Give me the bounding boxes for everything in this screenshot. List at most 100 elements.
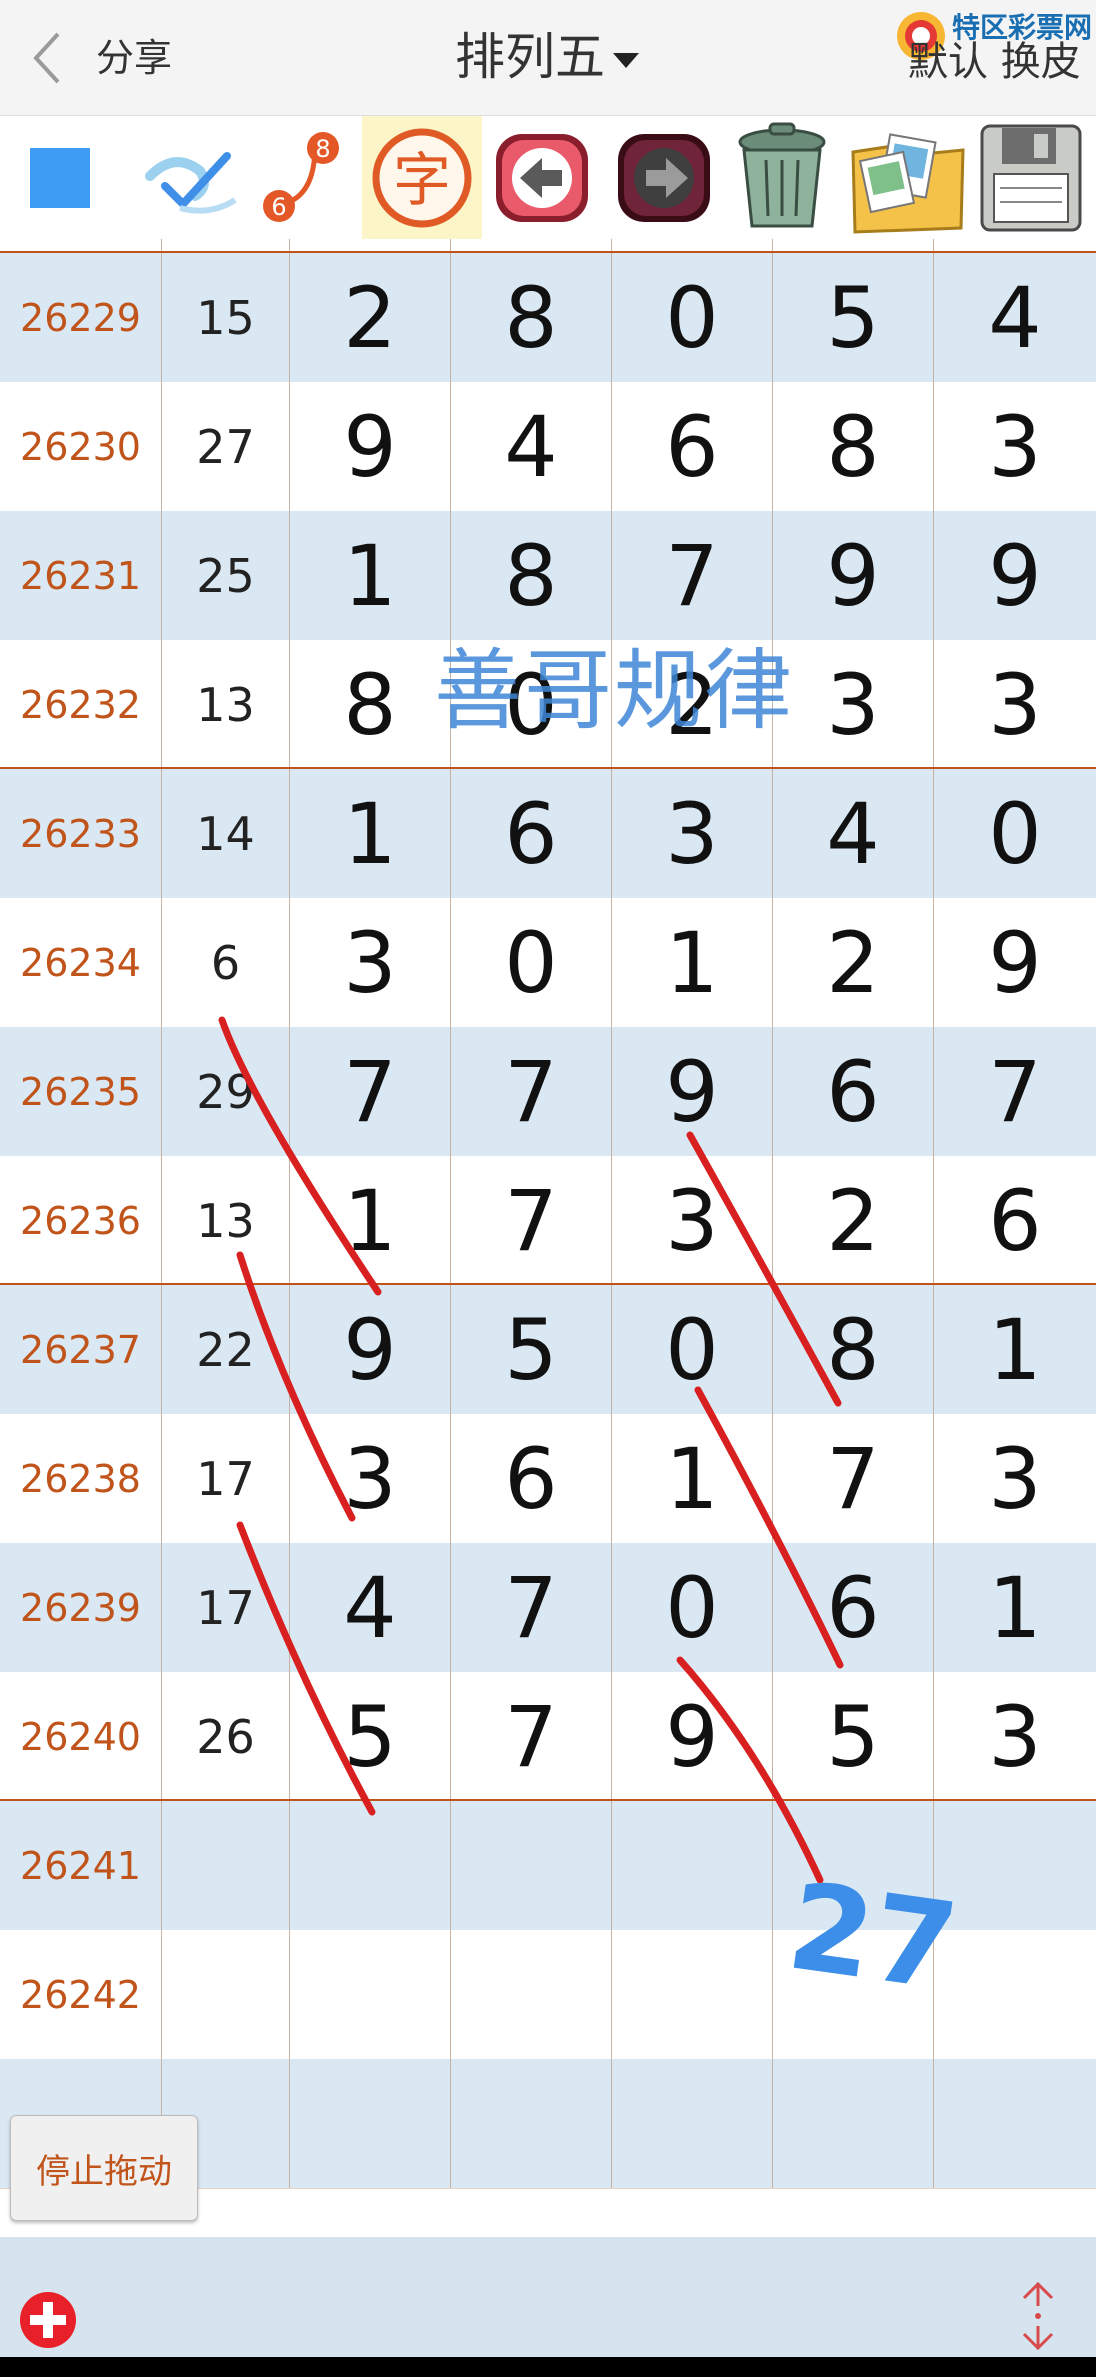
draw-digit-cell[interactable]: 1: [290, 1156, 451, 1285]
draw-digit-cell[interactable]: 7: [451, 1027, 612, 1156]
draw-digit-cell[interactable]: 3: [934, 640, 1096, 769]
redo-arrow-icon[interactable]: [612, 116, 717, 239]
draw-digit-cell[interactable]: 8: [773, 382, 934, 511]
draw-digit-cell[interactable]: 6: [612, 382, 773, 511]
draw-digit-cell[interactable]: 6: [451, 769, 612, 898]
scroll-up-down-icon[interactable]: [1018, 2276, 1058, 2356]
draw-digit-cell[interactable]: 3: [612, 769, 773, 898]
draw-digit-cell[interactable]: [451, 1801, 612, 1930]
draw-digit-cell[interactable]: [290, 2059, 451, 2188]
draw-digit-cell[interactable]: [612, 1801, 773, 1930]
draw-digit-cell[interactable]: [451, 2059, 612, 2188]
draw-digit-cell[interactable]: 8: [290, 640, 451, 769]
undo-arrow-icon[interactable]: [490, 116, 595, 239]
draw-digit-cell[interactable]: 9: [612, 1672, 773, 1801]
table-row: 26229 15 2 8 0 5 4: [0, 253, 1096, 382]
draw-digit-cell[interactable]: 6: [773, 1027, 934, 1156]
back-chevron-icon[interactable]: [28, 28, 68, 88]
draw-digit-cell[interactable]: 9: [290, 382, 451, 511]
draw-digit-cell[interactable]: 0: [612, 1543, 773, 1672]
draw-digit-cell[interactable]: 2: [773, 898, 934, 1027]
draw-digit-cell[interactable]: [612, 1930, 773, 2059]
draw-digit-cell[interactable]: 2: [290, 253, 451, 382]
draw-digit-cell[interactable]: 0: [934, 769, 1096, 898]
draw-digit-cell[interactable]: [773, 2059, 934, 2188]
draw-digit-cell[interactable]: 6: [934, 1156, 1096, 1285]
draw-digit-cell[interactable]: 5: [290, 1672, 451, 1801]
draw-digit-cell[interactable]: 1: [612, 898, 773, 1027]
issue-number-cell: 26238: [0, 1414, 162, 1543]
draw-digit-cell[interactable]: 7: [451, 1672, 612, 1801]
share-button[interactable]: 分享: [96, 30, 172, 86]
draw-digit-cell[interactable]: 9: [934, 898, 1096, 1027]
draw-digit-cell[interactable]: 7: [934, 1027, 1096, 1156]
draw-digit-cell[interactable]: 1: [290, 769, 451, 898]
issue-number-cell: 26242: [0, 1930, 162, 2059]
draw-digit-cell[interactable]: 3: [290, 1414, 451, 1543]
draw-digit-cell[interactable]: 3: [934, 382, 1096, 511]
draw-digit-cell[interactable]: [290, 1801, 451, 1930]
lottery-type-selector[interactable]: 排列五: [455, 22, 639, 92]
draw-digit-cell[interactable]: 7: [290, 1027, 451, 1156]
draw-digit-cell[interactable]: [934, 2059, 1096, 2188]
draw-digit-cell[interactable]: [290, 1930, 451, 2059]
trash-bin-icon[interactable]: [726, 116, 838, 239]
digit-sum-cell: 22: [162, 1285, 290, 1414]
draw-digit-cell[interactable]: 1: [290, 511, 451, 640]
issue-number-cell: 26237: [0, 1285, 162, 1414]
draw-digit-cell[interactable]: 4: [451, 382, 612, 511]
draw-digit-cell[interactable]: [612, 2059, 773, 2188]
draw-digit-cell[interactable]: [773, 1801, 934, 1930]
draw-digit-cell[interactable]: 4: [290, 1543, 451, 1672]
digit-sum-cell: 13: [162, 1156, 290, 1285]
digit-sum-cell: 26: [162, 1672, 290, 1801]
draw-digit-cell[interactable]: 1: [934, 1543, 1096, 1672]
draw-digit-cell[interactable]: 3: [934, 1414, 1096, 1543]
draw-digit-cell[interactable]: 7: [451, 1543, 612, 1672]
draw-digit-cell[interactable]: 2: [773, 1156, 934, 1285]
draw-digit-cell[interactable]: [934, 1930, 1096, 2059]
draw-digit-cell[interactable]: 1: [612, 1414, 773, 1543]
draw-digit-cell[interactable]: 9: [612, 1027, 773, 1156]
draw-digit-cell[interactable]: 6: [773, 1543, 934, 1672]
draw-digit-cell[interactable]: 3: [773, 640, 934, 769]
draw-digit-cell[interactable]: 8: [451, 253, 612, 382]
folder-pictures-icon[interactable]: [845, 116, 970, 239]
draw-digit-cell[interactable]: 0: [612, 1285, 773, 1414]
table-row: 26235 29 7 7 9 6 7: [0, 1027, 1096, 1156]
draw-digit-cell[interactable]: 8: [773, 1285, 934, 1414]
issue-number-cell: 26232: [0, 640, 162, 769]
draw-digit-cell[interactable]: [451, 1930, 612, 2059]
draw-digit-cell[interactable]: 4: [773, 769, 934, 898]
draw-digit-cell[interactable]: 7: [451, 1156, 612, 1285]
square-color-icon[interactable]: [10, 116, 110, 239]
pen-check-icon[interactable]: [135, 116, 245, 239]
change-skin-button[interactable]: 默认 换皮: [908, 34, 1081, 90]
issue-number-cell: 26239: [0, 1543, 162, 1672]
stop-drag-button[interactable]: 停止拖动: [10, 2115, 198, 2221]
draw-digit-cell[interactable]: 4: [934, 253, 1096, 382]
digit-sum-cell: 27: [162, 382, 290, 511]
draw-digit-cell[interactable]: [773, 1930, 934, 2059]
draw-digit-cell[interactable]: 5: [773, 1672, 934, 1801]
add-icon[interactable]: [18, 2290, 78, 2350]
draw-digit-cell[interactable]: 5: [451, 1285, 612, 1414]
connect-numbers-icon[interactable]: 8 6: [255, 116, 350, 239]
digit-sum-cell: 17: [162, 1543, 290, 1672]
draw-digit-cell[interactable]: 3: [934, 1672, 1096, 1801]
draw-digit-cell[interactable]: 9: [773, 511, 934, 640]
draw-digit-cell[interactable]: 0: [451, 898, 612, 1027]
draw-digit-cell[interactable]: 9: [290, 1285, 451, 1414]
table-row: 26234 6 3 0 1 2 9: [0, 898, 1096, 1027]
draw-digit-cell[interactable]: 5: [773, 253, 934, 382]
save-disk-icon[interactable]: [972, 116, 1087, 239]
draw-digit-cell[interactable]: 0: [612, 253, 773, 382]
draw-digit-cell[interactable]: 6: [451, 1414, 612, 1543]
draw-digit-cell[interactable]: 9: [934, 511, 1096, 640]
text-tool-button[interactable]: 字: [362, 116, 482, 239]
draw-digit-cell[interactable]: 3: [612, 1156, 773, 1285]
draw-digit-cell[interactable]: [934, 1801, 1096, 1930]
draw-digit-cell[interactable]: 7: [773, 1414, 934, 1543]
draw-digit-cell[interactable]: 3: [290, 898, 451, 1027]
draw-digit-cell[interactable]: 1: [934, 1285, 1096, 1414]
